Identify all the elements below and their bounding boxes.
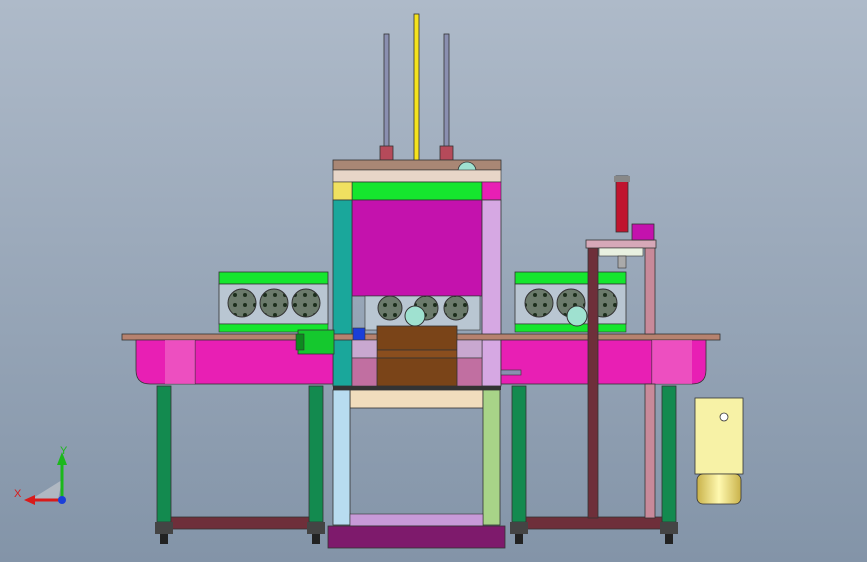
machine-drawing: Y X bbox=[0, 0, 867, 562]
y-axis-label: Y bbox=[60, 445, 68, 457]
x-axis-label: X bbox=[14, 488, 22, 500]
press-platen bbox=[351, 199, 483, 297]
press-top-beam bbox=[351, 181, 483, 201]
cad-viewport[interactable]: Y X bbox=[0, 0, 867, 562]
side-shaft bbox=[500, 369, 522, 376]
right-column bbox=[481, 199, 502, 387]
lower-right-column bbox=[482, 389, 501, 526]
lower-crossbar bbox=[349, 389, 484, 409]
left-column bbox=[332, 199, 353, 387]
left-fan-module bbox=[218, 271, 329, 333]
control-box bbox=[694, 397, 744, 505]
lower-left-column bbox=[332, 389, 351, 526]
base-plate bbox=[327, 525, 506, 549]
vertical-cylinder bbox=[615, 175, 629, 233]
